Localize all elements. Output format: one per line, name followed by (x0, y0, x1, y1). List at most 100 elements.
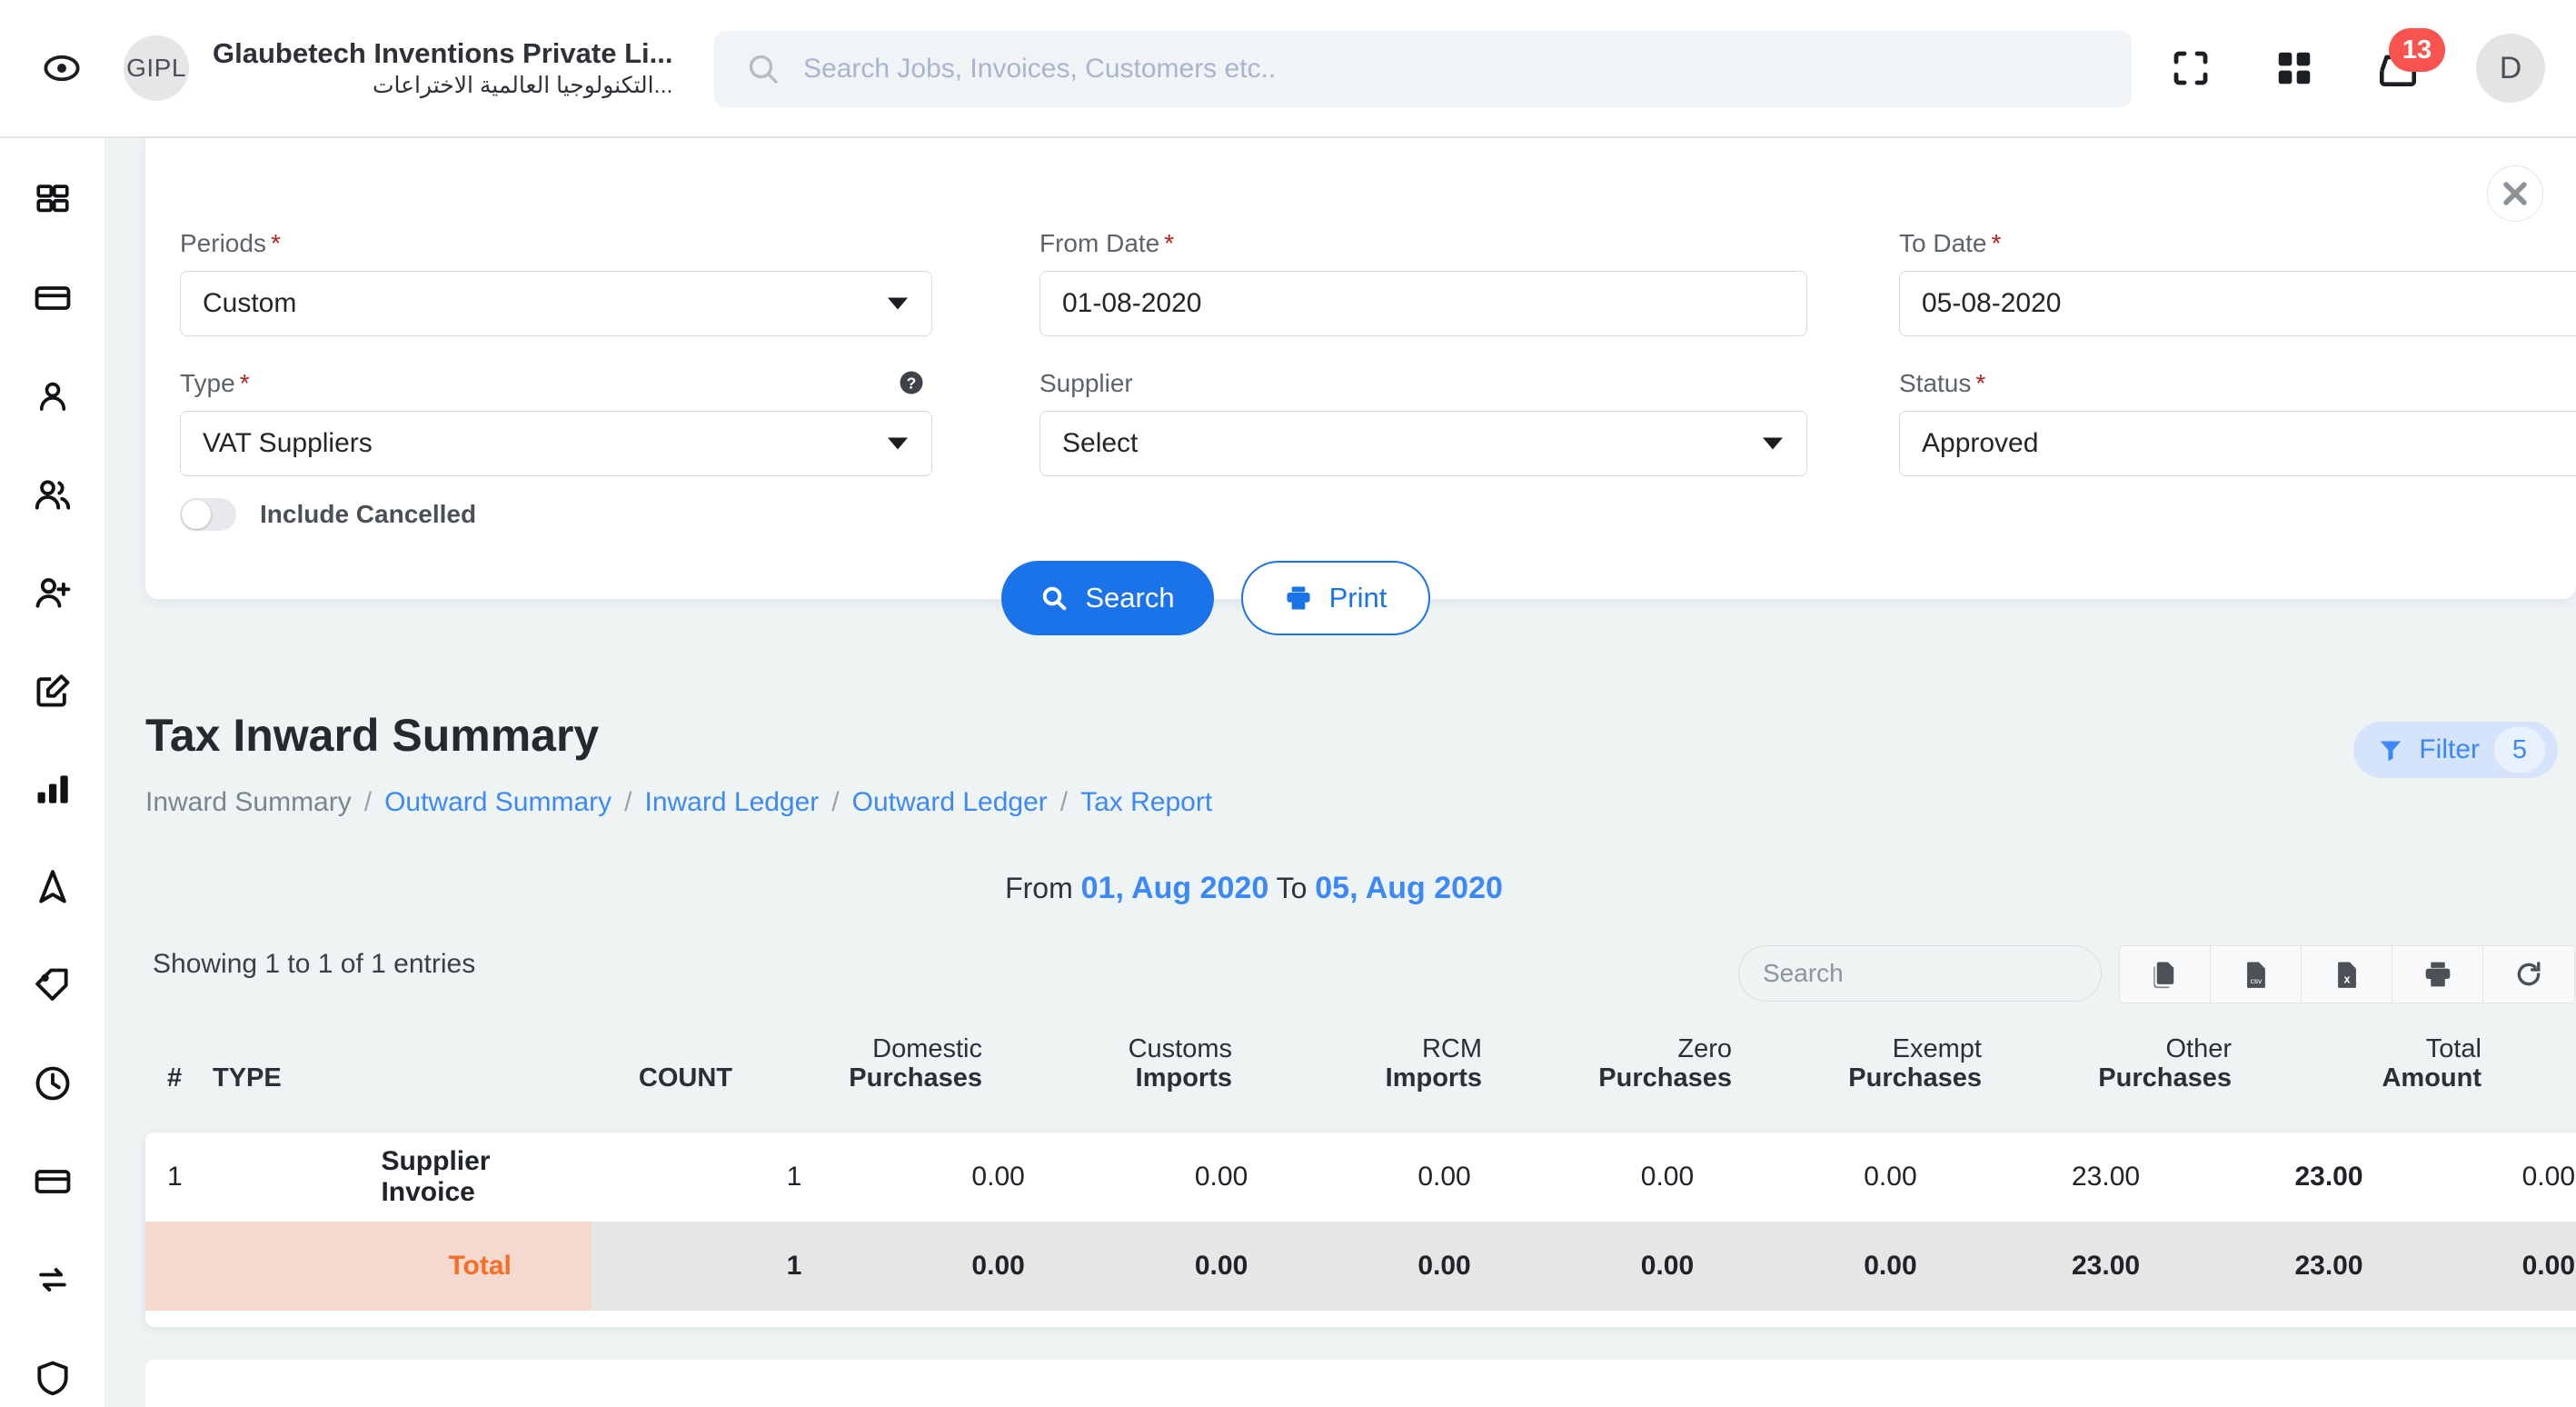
breadcrumb-item-outward-summary[interactable]: Outward Summary (384, 787, 612, 818)
from-date-label: From Date * (1039, 227, 1807, 260)
chevron-down-icon (888, 437, 908, 450)
col-total-amount[interactable]: Total Amount (2244, 1025, 2494, 1113)
sidebar-item-shield[interactable] (24, 1349, 82, 1407)
cell-count: 1 (786, 1162, 802, 1192)
status-select[interactable]: Approved (1899, 411, 2576, 476)
sidebar-item-clock[interactable] (24, 1054, 82, 1113)
help-circle-icon[interactable]: ? (898, 369, 925, 403)
cell-domestic-purchases: 0.00 (971, 1162, 1025, 1192)
to-date-input[interactable]: 05-08-2020 (1899, 271, 2576, 336)
filter-chip[interactable]: Filter 5 (2353, 722, 2558, 778)
col-total-vat-line2: VAT (2507, 1063, 2576, 1093)
close-icon[interactable] (2487, 165, 2543, 222)
required-marker: * (1991, 229, 2002, 257)
field-periods: Periods * Custom (180, 227, 932, 336)
col-customs-imports[interactable]: Customs Imports (995, 1025, 1245, 1113)
avatar[interactable]: D (2476, 34, 2545, 103)
col-zero-line2: Purchases (1598, 1063, 1732, 1093)
supplier-label-text: Supplier (1039, 369, 1133, 397)
table-header-row: # TYPE COUNT Domestic Purchases Customs … (145, 1025, 2576, 1113)
inbox-icon[interactable]: 13 (2372, 28, 2445, 94)
breadcrumb-item-outward-ledger[interactable]: Outward Ledger (852, 787, 1048, 818)
refresh-icon[interactable] (2483, 946, 2574, 1003)
copy-icon[interactable] (2120, 946, 2211, 1003)
table-search-input[interactable]: Search (1738, 945, 2102, 1002)
svg-text:?: ? (907, 374, 917, 392)
breadcrumb-item-inward-ledger[interactable]: Inward Ledger (645, 787, 820, 818)
type-label-text: Type (180, 369, 235, 397)
field-supplier: Supplier Select (1039, 367, 1807, 476)
app-root: GIPL Glaubetech Inventions Private Li...… (0, 0, 2576, 1407)
brand[interactable]: GIPL Glaubetech Inventions Private Li...… (124, 35, 672, 101)
table-total-row: Total 1 0.00 0.00 0.00 0.00 0.00 23.00 2… (145, 1222, 2576, 1311)
sidebar-item-edit[interactable] (24, 662, 82, 720)
include-cancelled-row[interactable]: Include Cancelled (180, 498, 476, 531)
csv-icon[interactable]: csv (2211, 946, 2302, 1003)
eye-icon[interactable] (0, 47, 124, 89)
total-label: Total (368, 1222, 592, 1311)
sidebar-item-users[interactable] (24, 465, 82, 524)
col-rcm-line2: Imports (1385, 1063, 1482, 1093)
total-customs-imports: 0.00 (1037, 1222, 1261, 1311)
date-range-summary: From 01, Aug 2020 To 05, Aug 2020 (145, 871, 2362, 906)
col-num[interactable]: # (145, 1025, 200, 1113)
sidebar-item-dashboard[interactable] (24, 171, 82, 229)
date-range-to-value: 05, Aug 2020 (1315, 871, 1503, 905)
from-date-input[interactable]: 01-08-2020 (1039, 271, 1807, 336)
toggle-knob (182, 500, 211, 529)
sidebar-item-tag[interactable] (24, 956, 82, 1014)
col-num-line2: # (167, 1063, 183, 1093)
cell-other-purchases: 23.00 (2072, 1162, 2141, 1192)
print-button[interactable]: Print (1240, 561, 1430, 635)
status-label: Status * (1899, 367, 2576, 400)
from-date-value: 01-08-2020 (1062, 288, 1202, 318)
breadcrumb-item-inward-summary[interactable]: Inward Summary (145, 787, 352, 818)
total-exempt-purchases: 0.00 (1706, 1222, 1930, 1311)
col-type[interactable]: TYPE (200, 1025, 472, 1113)
status-label-text: Status (1899, 369, 1972, 397)
include-cancelled-label: Include Cancelled (260, 500, 477, 528)
col-count[interactable]: COUNT (472, 1025, 745, 1113)
supplier-value: Select (1062, 428, 1139, 458)
field-status: Status * Approved (1899, 367, 2576, 476)
search-button[interactable]: Search (1000, 561, 1214, 635)
total-zero-purchases: 0.00 (1483, 1222, 1707, 1311)
col-domestic-purchases[interactable]: Domestic Purchases (745, 1025, 995, 1113)
sidebar-item-navigation[interactable] (24, 858, 82, 916)
col-other-line1: Other (2165, 1034, 2232, 1063)
type-select[interactable]: VAT Suppliers (180, 411, 932, 476)
cell-num: 1 (167, 1162, 183, 1192)
sidebar-item-chart-bar[interactable] (24, 760, 82, 818)
table-row[interactable]: 1 Supplier Invoice 1 0.00 0.00 0.00 0.00… (145, 1133, 2576, 1222)
col-rcm-imports[interactable]: RCM Imports (1245, 1025, 1495, 1113)
print-icon[interactable] (2392, 946, 2483, 1003)
cell-total-vat: 0.00 (2521, 1162, 2575, 1192)
fullscreen-icon[interactable] (2165, 43, 2216, 94)
sidebar-item-user[interactable] (24, 367, 82, 425)
total-total-vat: 0.00 (2375, 1222, 2576, 1311)
print-button-label: Print (1328, 582, 1387, 614)
col-exempt-line2: Purchases (1848, 1063, 1982, 1093)
col-exempt-line1: Exempt (1892, 1034, 1982, 1063)
col-total-vat[interactable]: Total VAT (2494, 1025, 2576, 1113)
filter-chip-count: 5 (2494, 727, 2545, 773)
cell-rcm-imports: 0.00 (1417, 1162, 1471, 1192)
apps-grid-icon[interactable] (2269, 43, 2320, 94)
col-other-purchases[interactable]: Other Purchases (1994, 1025, 2244, 1113)
required-marker: * (1975, 369, 1986, 397)
breadcrumb-item-tax-report[interactable]: Tax Report (1080, 787, 1212, 818)
col-zero-line1: Zero (1677, 1034, 1732, 1063)
sidebar-item-card-alt[interactable] (24, 1153, 82, 1211)
col-exempt-purchases[interactable]: Exempt Purchases (1745, 1025, 1994, 1113)
sidebar-item-card[interactable] (24, 269, 82, 327)
svg-text:csv: csv (2250, 976, 2263, 985)
include-cancelled-toggle[interactable] (180, 498, 236, 531)
excel-icon[interactable]: x (2302, 946, 2392, 1003)
sidebar-item-transfer[interactable] (24, 1251, 82, 1309)
supplier-select[interactable]: Select (1039, 411, 1807, 476)
global-search-input[interactable]: Search Jobs, Invoices, Customers etc.. (714, 31, 2132, 107)
periods-select[interactable]: Custom (180, 271, 932, 336)
col-zero-purchases[interactable]: Zero Purchases (1495, 1025, 1745, 1113)
col-type-line2: TYPE (213, 1063, 282, 1093)
date-range-from-value: 01, Aug 2020 (1080, 871, 1269, 905)
